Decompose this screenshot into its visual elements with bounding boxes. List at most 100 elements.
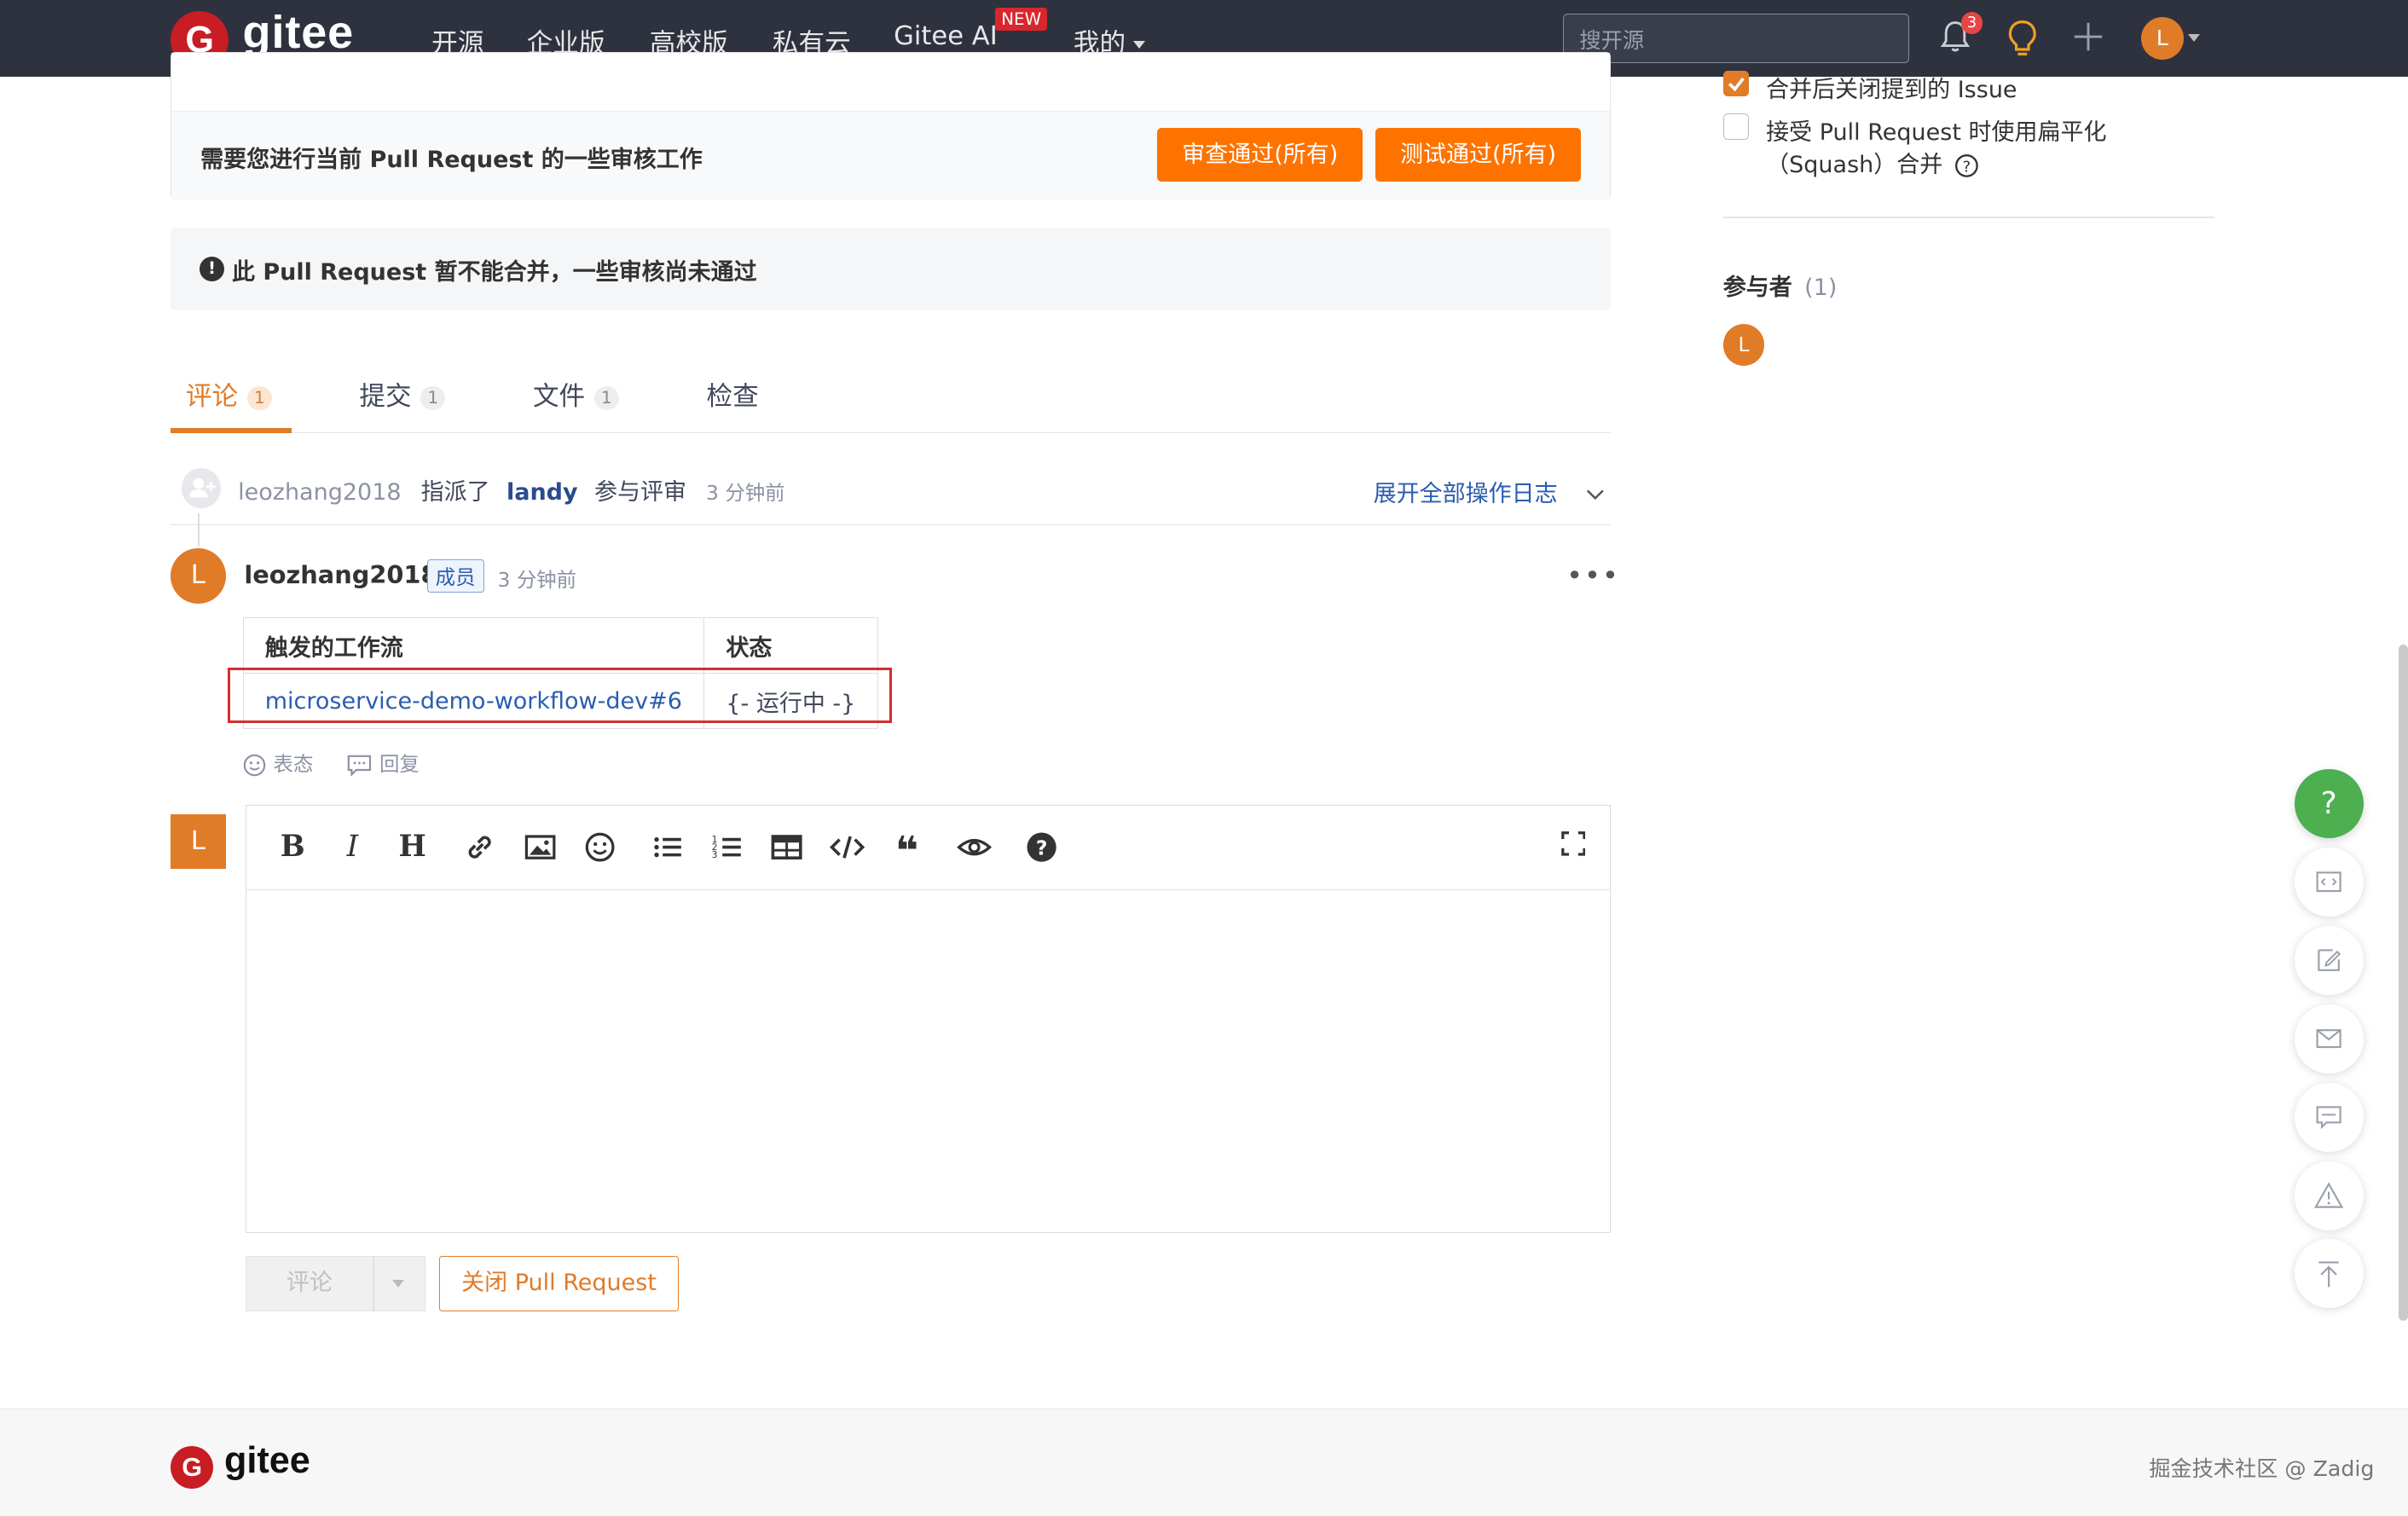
squash-merge-label-line2: （Squash）合并 ? (1766, 146, 1979, 179)
bold-button[interactable]: B (275, 829, 311, 865)
close-issues-checkbox[interactable] (1722, 70, 1750, 97)
squash-merge-label-2: （Squash）合并 (1766, 152, 1943, 179)
warning-triangle-icon (2314, 1182, 2344, 1208)
timeline-connector (198, 512, 200, 547)
tab-commits-label: 提交 (359, 382, 412, 413)
active-tab-indicator (170, 428, 292, 433)
event-suffix: 参与评审 (593, 478, 686, 506)
participant-avatar[interactable]: L (1722, 324, 1765, 366)
review-request-row: 需要您进行当前 Pull Request 的一些审核工作 审查通过(所有) 测试… (171, 111, 1611, 201)
lightbulb-icon[interactable] (2006, 19, 2040, 59)
help-icon[interactable]: ? (1023, 829, 1060, 865)
event-text: leozhang2018 指派了 landy 参与评审 3 分钟前 (238, 473, 784, 506)
search-input[interactable]: 搜开源 (1563, 14, 1909, 63)
tab-commits[interactable]: 提交 1 (359, 374, 446, 413)
review-panel: 需要您进行当前 Pull Request 的一些审核工作 审查通过(所有) 测试… (170, 52, 1612, 201)
merge-warning: ! 此 Pull Request 暂不能合并，一些审核尚未通过 (170, 227, 1612, 310)
chat-float-button[interactable] (2294, 1082, 2364, 1152)
mail-icon (2316, 1029, 2341, 1049)
gitee-logo-text[interactable]: gitee (243, 6, 355, 59)
squash-merge-checkbox[interactable] (1722, 113, 1750, 140)
review-request-text: 需要您进行当前 Pull Request 的一些审核工作 (200, 146, 703, 173)
merge-warning-text: 此 Pull Request 暂不能合并，一些审核尚未通过 (231, 259, 757, 286)
back-to-top-float-button[interactable] (2294, 1239, 2364, 1309)
caret-down-icon (392, 1280, 405, 1288)
sidebar-divider (1722, 216, 2215, 218)
bullet-list-icon[interactable] (649, 829, 686, 865)
tab-checks[interactable]: 检查 (706, 374, 758, 413)
comment-editor: B I H 1 2 3 ❝ ? (246, 804, 1612, 1234)
comment-author-avatar[interactable]: L (170, 547, 226, 604)
fullscreen-icon[interactable] (1560, 831, 1586, 856)
review-top-row (171, 53, 1611, 112)
reply-icon (347, 755, 372, 777)
pr-tabs: 评论 1 提交 1 文件 1 检查 (170, 356, 1612, 433)
submit-options-dropdown[interactable] (373, 1256, 425, 1312)
approve-test-button[interactable]: 测试通过(所有) (1375, 128, 1582, 182)
tab-files[interactable]: 文件 1 (533, 374, 619, 413)
question-circle-icon[interactable]: ? (1954, 153, 1979, 178)
tab-comments-label: 评论 (185, 382, 239, 413)
timeline-event: leozhang2018 指派了 landy 参与评审 3 分钟前 展开全部操作… (170, 454, 1612, 525)
expand-log-button[interactable]: 展开全部操作日志 (1374, 475, 1605, 508)
italic-button[interactable]: I (334, 829, 371, 865)
react-button[interactable]: 表态 (243, 752, 320, 777)
footer-gitee-logo-icon[interactable]: G (170, 1445, 214, 1490)
edit-float-button[interactable] (2294, 926, 2364, 996)
close-issues-label: 合并后关闭提到的 Issue (1766, 76, 2017, 103)
approve-review-button[interactable]: 审查通过(所有) (1157, 128, 1363, 182)
chat-icon (2316, 1106, 2341, 1130)
numbered-list-icon[interactable]: 1 2 3 (709, 829, 745, 865)
preview-icon[interactable] (956, 829, 993, 865)
checkmark-icon (1728, 77, 1745, 92)
plus-icon[interactable] (2073, 21, 2104, 52)
tab-comments[interactable]: 评论 1 (186, 374, 272, 413)
avatar-caret-down-icon[interactable] (2188, 33, 2201, 42)
table-header-row: 触发的工作流 状态 (242, 616, 878, 674)
emoji-icon[interactable] (582, 829, 618, 865)
tab-comments-count: 1 (246, 385, 272, 411)
report-float-button[interactable] (2294, 1160, 2364, 1230)
event-target-user[interactable]: landy (506, 479, 578, 506)
smiley-icon (243, 754, 265, 777)
image-icon[interactable] (522, 829, 559, 865)
help-float-button[interactable]: ? (2294, 769, 2364, 839)
table-header-status: 状态 (703, 616, 878, 674)
event-actor[interactable]: leozhang2018 (238, 479, 401, 506)
exclamation-icon: ! (200, 256, 224, 281)
event-time: 3 分钟前 (705, 480, 785, 505)
nav-item-gitee-ai[interactable]: Gitee AI (894, 21, 998, 51)
quote-icon[interactable]: ❝ (889, 829, 925, 875)
footer-logo-text[interactable]: gitee (224, 1440, 310, 1482)
close-pr-button[interactable]: 关闭 Pull Request (439, 1256, 680, 1312)
tab-checks-label: 检查 (706, 382, 759, 413)
arrow-up-icon (2318, 1261, 2339, 1287)
comment-author[interactable]: leozhang2018 (244, 560, 437, 589)
code-snippet-float-button[interactable] (2294, 848, 2364, 917)
heading-button[interactable]: H (394, 829, 431, 865)
scrollbar-thumb[interactable] (2399, 645, 2408, 1321)
submit-comment-button[interactable]: 评论 (246, 1256, 373, 1312)
event-action: 指派了 (420, 478, 490, 506)
footer: G gitee 掘金技术社区 @ Zadig (0, 1408, 2408, 1516)
editor-toolbar: B I H 1 2 3 ❝ ? (246, 806, 1611, 890)
user-avatar[interactable]: L (2140, 16, 2185, 61)
react-label: 表态 (273, 752, 314, 777)
comment-time: 3 分钟前 (497, 567, 577, 592)
reply-label: 回复 (379, 752, 420, 777)
caret-down-icon (1133, 41, 1146, 49)
new-badge: NEW (995, 8, 1048, 31)
table-icon[interactable] (768, 829, 805, 865)
editor-user-avatar: L (170, 813, 226, 870)
svg-text:3: 3 (712, 849, 718, 860)
tab-files-label: 文件 (532, 382, 586, 413)
table-header-workflow: 触发的工作流 (242, 616, 705, 674)
code-icon[interactable] (829, 829, 865, 865)
reply-button[interactable]: 回复 (347, 752, 420, 777)
mail-float-button[interactable] (2294, 1004, 2364, 1073)
participants-heading: 参与者 (1) (1723, 269, 1838, 302)
notification-count-badge: 3 (1960, 12, 1983, 34)
highlight-annotation-box (227, 668, 893, 724)
more-options-icon[interactable]: ••• (1566, 559, 1620, 592)
link-icon[interactable] (461, 829, 498, 865)
